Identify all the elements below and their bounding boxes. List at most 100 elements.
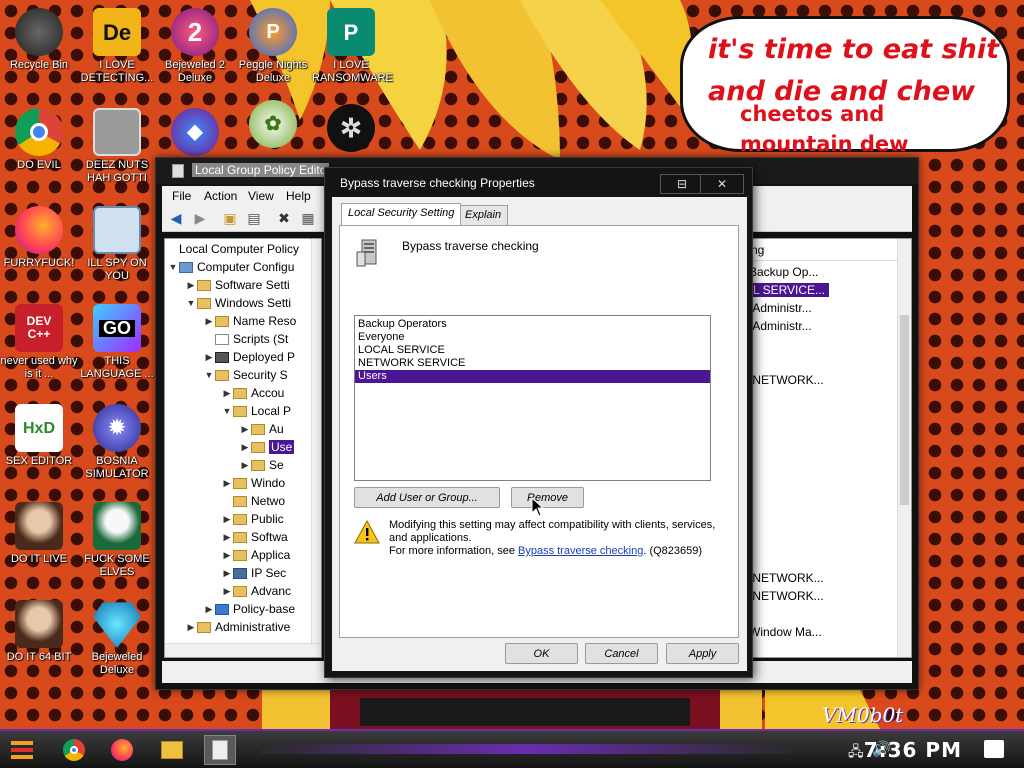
tree-item-advanced-audit[interactable]: ▶ Advanc (221, 582, 292, 600)
list-value-network-1[interactable]: ,NETWORK... (749, 373, 824, 387)
desktop-icon-do-it-64-bit[interactable]: DO IT 64 BIT (0, 600, 78, 664)
back-arrow-icon[interactable]: ◀ (166, 209, 186, 229)
tree-item-name-resolution[interactable]: ▶ Name Reso (203, 312, 297, 330)
close-icon[interactable]: ✕ (700, 174, 744, 194)
list-item[interactable]: NETWORK SERVICE (355, 357, 710, 370)
notifications-icon[interactable] (984, 740, 1004, 758)
desktop-icon-deez-nuts[interactable]: DEEZ NUTS HAH GOTTI (78, 108, 156, 185)
mouse-cursor-icon (531, 497, 545, 517)
list-scrollbar[interactable] (897, 239, 911, 657)
forward-arrow-icon[interactable]: ▶ (190, 209, 210, 229)
menu-help[interactable]: Help (286, 189, 311, 203)
tree-item-windows-settings[interactable]: ▼ Windows Setti (185, 294, 292, 312)
desktop-icon-dev-cpp[interactable]: DEV C++ never used why is it ... (0, 304, 78, 381)
delete-icon[interactable]: ✖ (274, 209, 294, 229)
tree-item-local-computer-policy[interactable]: Local Computer Policy (167, 240, 299, 258)
dialog-title-bar[interactable]: Bypass traverse checking Properties ⊟ ✕ (325, 168, 752, 196)
tree-item-windows-firewall[interactable]: ▶ Windo (221, 474, 285, 492)
tree-item-user-rights[interactable]: ▶ Use (239, 438, 295, 456)
list-value-network-3[interactable]: ,NETWORK... (749, 589, 824, 603)
taskbar-file-explorer[interactable] (156, 735, 188, 765)
tree-item-account-policies[interactable]: ▶ Accou (221, 384, 285, 402)
gpo-app-icon (172, 164, 184, 178)
desktop-icon-bejeweled-3: ◆ (156, 108, 234, 159)
tree-item-administrative-templates[interactable]: ▶ Administrative (185, 618, 291, 636)
list-value-selected[interactable]: L SERVICE... (749, 283, 830, 297)
chrome-icon (63, 739, 85, 761)
tree-item-deployed-printers[interactable]: ▶ Deployed P (203, 348, 296, 366)
list-column-header[interactable]: ng (747, 239, 897, 261)
start-button[interactable] (6, 735, 38, 765)
tree-item-computer-configuration[interactable]: ▼ Computer Configu (167, 258, 295, 276)
tree-scrollbar[interactable] (311, 239, 321, 643)
desktop-icon-bejeweled-2[interactable]: 2 Bejeweled 2 Deluxe (156, 8, 234, 85)
gpo-tree-pane: Local Computer Policy ▼ Computer Configu … (164, 238, 322, 658)
devcpp-icon: DEV C++ (15, 304, 63, 352)
taskbar-clock[interactable]: 7:36 PM (864, 738, 962, 762)
list-value-administr-2[interactable]: ,Administr... (749, 319, 812, 333)
tree-item-security-options[interactable]: ▶ Se (239, 456, 284, 474)
desktop-icon-fuck-some-elves[interactable]: FUCK SOME ELVES (78, 502, 156, 579)
tree-item-network-list[interactable]: Netwo (221, 492, 285, 510)
menu-view[interactable]: View (248, 189, 274, 203)
network-icon[interactable]: 🖧 (848, 741, 864, 765)
list-value-backup-op[interactable]: Backup Op... (749, 265, 818, 279)
add-user-or-group-button[interactable]: Add User or Group... (354, 487, 500, 508)
list-item[interactable]: Everyone (355, 331, 710, 344)
tree-item-public-key[interactable]: ▶ Public (221, 510, 284, 528)
desktop-icon-chrome[interactable]: DO EVIL (0, 108, 78, 172)
hxd-icon: HxD (15, 404, 63, 452)
list-item[interactable]: Backup Operators (355, 318, 710, 331)
bubble-line-4: mountain dew (740, 132, 909, 156)
tree-horizontal-scrollbar[interactable] (165, 643, 321, 657)
properties-icon[interactable]: ▦ (298, 209, 318, 229)
cancel-button[interactable]: Cancel (585, 643, 658, 664)
desktop-icon-bejeweled-deluxe[interactable]: Bejeweled Deluxe (78, 600, 156, 677)
desktop-icon-i-love-ransomware[interactable]: P I LOVE RANSOMWARE (312, 8, 393, 85)
taskbar: 🖧 🔊 7:36 PM (0, 729, 1024, 768)
desktop-icon-ill-spy-on-you[interactable]: ILL SPY ON YOU (78, 206, 156, 283)
tree-item-application-control[interactable]: ▶ Applica (221, 546, 291, 564)
desktop-icon-pvz: ✿ (234, 100, 312, 151)
remove-button[interactable]: Remove (511, 487, 584, 508)
menu-action[interactable]: Action (204, 189, 237, 203)
tree-item-policy-based-qos[interactable]: ▶ Policy-base (203, 600, 296, 618)
desktop-icon-i-love-detecting[interactable]: De I LOVE DETECTING... (78, 8, 156, 85)
apply-button[interactable]: Apply (666, 643, 739, 664)
tree-item-audit-policy[interactable]: ▶ Au (239, 420, 284, 438)
tree-item-scripts[interactable]: Scripts (St (203, 330, 288, 348)
taskbar-firefox[interactable] (106, 735, 138, 765)
desktop-icon-firefox[interactable]: FURRYFUCK! (0, 206, 78, 270)
list-value-network-2[interactable]: ,NETWORK... (749, 571, 824, 585)
tree-item-security-settings[interactable]: ▼ Security S (203, 366, 288, 384)
help-link[interactable]: Bypass traverse checking (518, 545, 643, 557)
desktop-icon-goland[interactable]: GO THIS LANGUAGE ... (78, 304, 156, 381)
desktop-icon-hxd[interactable]: HxD SEX EDITOR (0, 404, 78, 468)
minimize-icon[interactable]: ⊟ (660, 174, 704, 194)
show-hide-tree-icon[interactable]: ▤ (244, 209, 264, 229)
tree-item-ip-security[interactable]: ▶ IP Sec (221, 564, 287, 582)
tree-item-local-policies[interactable]: ▼ Local P (221, 402, 292, 420)
principal-list[interactable]: Backup Operators Everyone LOCAL SERVICE … (354, 315, 711, 481)
taskbar-chrome[interactable] (58, 735, 90, 765)
list-item[interactable]: LOCAL SERVICE (355, 344, 710, 357)
list-value-administr-1[interactable]: ,Administr... (749, 301, 812, 315)
tree-item-software-restriction[interactable]: ▶ Softwa (221, 528, 288, 546)
goland-icon: GO (93, 304, 141, 352)
list-value-window-ma[interactable]: Window Ma... (749, 625, 822, 639)
taskbar-group-policy[interactable] (204, 735, 236, 765)
desktop-icon-do-it-live[interactable]: DO IT LIVE (0, 502, 78, 566)
desktop-icon-bosnia-simulator[interactable]: ✹ BOSNIA SIMULATOR (78, 404, 156, 481)
ok-button[interactable]: OK (505, 643, 578, 664)
tree-item-software-settings[interactable]: ▶ Software Setti (185, 276, 290, 294)
menu-file[interactable]: File (172, 189, 191, 203)
desktop-icon-recycle-bin[interactable]: Recycle Bin (0, 8, 78, 72)
desktop-icon-peggle-nights[interactable]: P Peggle Nights Deluxe (234, 8, 312, 85)
tab-explain[interactable]: Explain (458, 205, 509, 225)
list-item-selected[interactable]: Users (355, 370, 710, 383)
up-folder-icon[interactable]: ▣ (220, 209, 240, 229)
list-scroll-thumb[interactable] (900, 315, 909, 505)
santa-icon (93, 502, 141, 550)
recycle-bin-icon (15, 8, 63, 56)
tab-local-security-setting[interactable]: Local Security Setting (341, 203, 462, 225)
